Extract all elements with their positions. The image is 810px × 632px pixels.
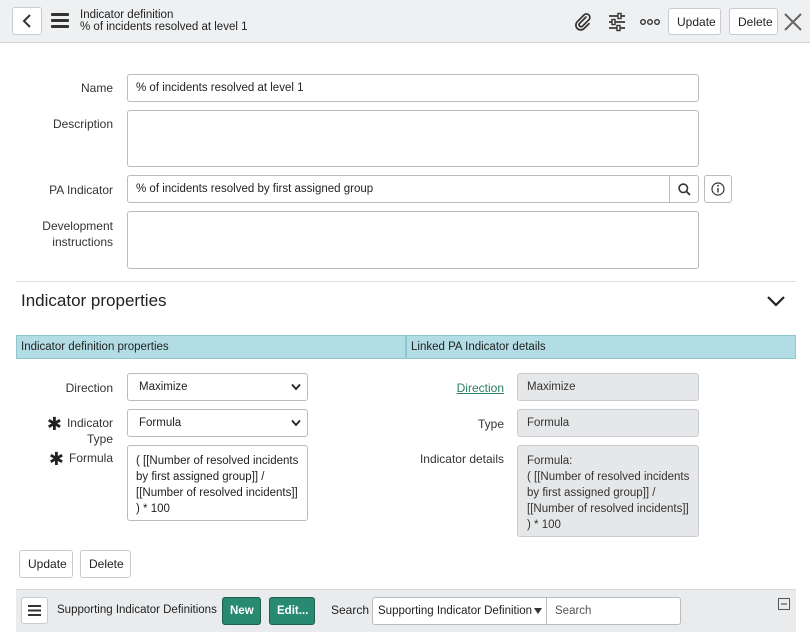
direction-select-value: Maximize xyxy=(139,381,188,393)
form-header: Indicator definition % of incidents reso… xyxy=(0,0,810,43)
caret-down-icon xyxy=(534,608,543,614)
header-update-button[interactable]: Update xyxy=(668,8,721,35)
form-subtitle: % of incidents resolved at level 1 xyxy=(80,21,248,33)
paperclip-icon[interactable] xyxy=(572,11,594,33)
indicator-type-label: ✱ Indicator Type xyxy=(46,414,113,446)
related-list-menu-button[interactable] xyxy=(21,597,48,624)
collapse-icon[interactable] xyxy=(778,598,790,610)
more-options-icon[interactable] xyxy=(639,11,661,33)
formula-label: ✱ Formula xyxy=(48,449,113,469)
search-field-select-value: Supporting Indicator Definition xyxy=(378,605,533,617)
pa-indicator-label: PA Indicator xyxy=(49,183,113,197)
search-icon xyxy=(677,182,691,196)
section-divider xyxy=(16,281,796,282)
direction-label: Direction xyxy=(65,381,113,395)
chevron-down-icon xyxy=(291,383,301,391)
indicator-type-select[interactable]: Formula xyxy=(127,409,308,437)
indicator-details-line2: ( [[Number of resolved incidents by firs… xyxy=(527,471,690,531)
form-menu-icon[interactable] xyxy=(51,13,69,29)
search-field-select[interactable]: Supporting Indicator Definition xyxy=(372,597,547,625)
linked-direction-value: Maximize xyxy=(517,373,699,401)
indicator-details-line1: Formula: xyxy=(527,455,573,467)
dev-instructions-label-line2: instructions xyxy=(52,235,113,249)
name-label: Name xyxy=(80,81,113,95)
delete-button[interactable]: Delete xyxy=(80,550,131,578)
description-label: Description xyxy=(52,117,113,131)
search-input[interactable] xyxy=(546,597,681,625)
linked-type-label: Type xyxy=(477,417,504,431)
section-title: Indicator properties xyxy=(21,291,167,310)
dev-instructions-label-line1: Development xyxy=(42,219,113,233)
related-list-header: Supporting Indicator Definitions New Edi… xyxy=(16,589,796,632)
description-textarea[interactable] xyxy=(127,110,699,167)
chevron-down-icon xyxy=(291,419,301,427)
pa-indicator-lookup-button[interactable] xyxy=(670,175,699,203)
indicator-type-select-value: Formula xyxy=(139,417,182,429)
edit-button[interactable]: Edit... xyxy=(269,597,315,625)
mandatory-asterisk-icon: ✱ xyxy=(46,414,62,434)
tab-linked-pa-indicator-details[interactable]: Linked PA Indicator details xyxy=(406,335,796,359)
direction-link[interactable]: Direction xyxy=(420,380,504,396)
pa-indicator-info-button[interactable] xyxy=(704,175,732,203)
linked-type-value: Formula xyxy=(517,409,699,437)
new-button[interactable]: New xyxy=(222,597,261,625)
indicator-details-label: Indicator details xyxy=(419,452,504,466)
info-icon xyxy=(711,182,725,196)
direction-select[interactable]: Maximize xyxy=(127,373,308,401)
related-list-title: Supporting Indicator Definitions xyxy=(57,604,217,616)
hamburger-icon xyxy=(28,605,41,616)
close-icon[interactable] xyxy=(782,11,804,33)
tab-indicator-definition-properties[interactable]: Indicator definition properties xyxy=(16,335,406,359)
back-button[interactable] xyxy=(12,7,42,35)
search-label: Search xyxy=(331,603,370,617)
update-button[interactable]: Update xyxy=(19,550,73,578)
dev-instructions-textarea[interactable] xyxy=(127,211,699,269)
formula-textarea[interactable]: ( [[Number of resolved incidents by firs… xyxy=(127,445,308,521)
indicator-details-value: Formula: ( [[Number of resolved incident… xyxy=(517,445,699,537)
chevron-left-icon xyxy=(22,14,31,28)
chevron-down-icon[interactable] xyxy=(766,293,786,309)
pa-indicator-input[interactable]: % of incidents resolved by first assigne… xyxy=(127,175,670,203)
name-input[interactable]: % of incidents resolved at level 1 xyxy=(127,74,699,102)
form-title: Indicator definition xyxy=(80,9,174,21)
mandatory-asterisk-icon: ✱ xyxy=(48,449,64,469)
header-delete-button[interactable]: Delete xyxy=(729,8,778,35)
personalize-sliders-icon[interactable] xyxy=(606,11,628,33)
